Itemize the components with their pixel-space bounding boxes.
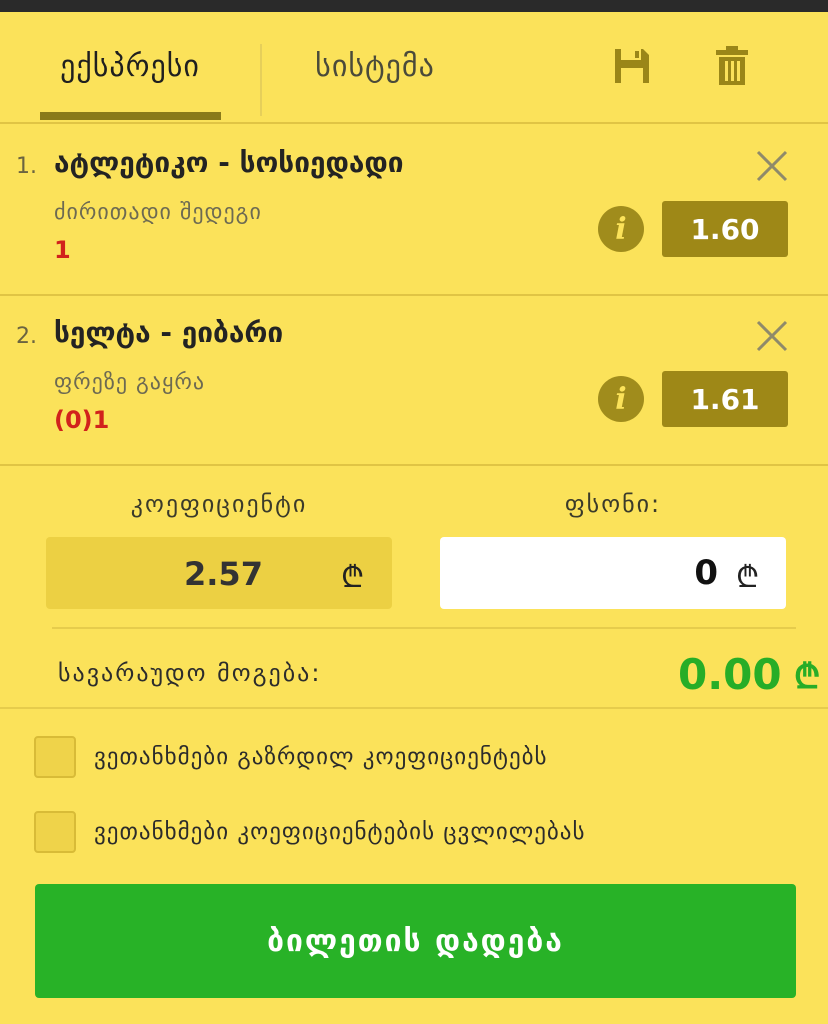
tab-divider	[260, 44, 262, 116]
odd-value: 1.61	[690, 382, 760, 416]
accept-odds-changes-label: ვეთანხმები კოეფიციენტების ცვლილებას	[94, 819, 586, 845]
bet-type-tabs: ექსპრესი სისტემა	[0, 12, 828, 124]
active-tab-indicator	[40, 112, 221, 120]
market-name: ძირითადი შედეგი	[54, 200, 262, 225]
accept-increased-odds-row[interactable]: ვეთანხმები გაზრდილ კოეფიციენტებს	[34, 733, 794, 781]
accept-odds-changes-row[interactable]: ვეთანხმები კოეფიციენტების ცვლილებას	[34, 808, 794, 856]
odd-value: 1.60	[690, 212, 760, 246]
stake-label: ფსონი:	[564, 490, 662, 518]
accept-odds-changes-checkbox[interactable]	[34, 811, 76, 853]
lari-icon: ₾	[794, 657, 821, 697]
tab-express-label: ექსპრესი	[60, 48, 200, 84]
odd-badge: 1.60	[662, 201, 788, 257]
bet-item: 1. ატლეტიკო - სოსიედადი ძირითადი შედეგი …	[0, 124, 828, 296]
potential-win-label: სავარაუდო მოგება:	[58, 659, 322, 687]
stake-input[interactable]: 0 ₾	[440, 537, 786, 609]
bet-index: 1.	[16, 154, 37, 179]
total-odds-value: 2.57	[184, 555, 263, 593]
total-odds-field: 2.57 ₾	[46, 537, 392, 609]
info-button[interactable]: i	[598, 376, 644, 422]
save-button[interactable]	[610, 42, 654, 90]
tab-system-label: სისტემა	[315, 48, 435, 84]
stake-value: 0	[694, 553, 718, 593]
close-icon	[756, 150, 788, 182]
clear-all-button[interactable]	[710, 42, 754, 90]
potential-win-value: 0.00	[678, 650, 782, 699]
lari-icon: ₾	[736, 560, 760, 595]
odd-badge: 1.61	[662, 371, 788, 427]
match-name: სელტა - ეიბარი	[54, 316, 284, 349]
divider	[52, 627, 796, 629]
info-button[interactable]: i	[598, 206, 644, 252]
tab-express[interactable]: ექსპრესი	[40, 12, 221, 120]
total-odds-label: კოეფიციენტი	[130, 490, 308, 518]
remove-bet-button[interactable]	[752, 316, 792, 356]
match-name: ატლეტიკო - სოსიედადი	[54, 146, 404, 179]
save-icon	[615, 49, 649, 83]
trash-icon	[716, 46, 748, 85]
accept-increased-odds-label: ვეთანხმები გაზრდილ კოეფიციენტებს	[94, 744, 548, 770]
info-icon: i	[615, 381, 627, 417]
outcome: (0)1	[54, 406, 110, 434]
lari-icon: ₾	[341, 560, 365, 595]
divider	[0, 707, 828, 709]
bet-item: 2. სელტა - ეიბარი ფრეზე გაყრა (0)1 i 1.6…	[0, 294, 828, 466]
accept-increased-odds-checkbox[interactable]	[34, 736, 76, 778]
remove-bet-button[interactable]	[752, 146, 792, 186]
status-bar	[0, 0, 828, 12]
place-bet-label: ბილეთის დადება	[267, 923, 564, 959]
market-name: ფრეზე გაყრა	[54, 370, 206, 395]
close-icon	[756, 320, 788, 352]
place-bet-button[interactable]: ბილეთის დადება	[35, 884, 796, 998]
bet-index: 2.	[16, 324, 37, 349]
tab-system[interactable]: სისტემა	[290, 12, 460, 120]
outcome: 1	[54, 236, 71, 264]
info-icon: i	[615, 211, 627, 247]
